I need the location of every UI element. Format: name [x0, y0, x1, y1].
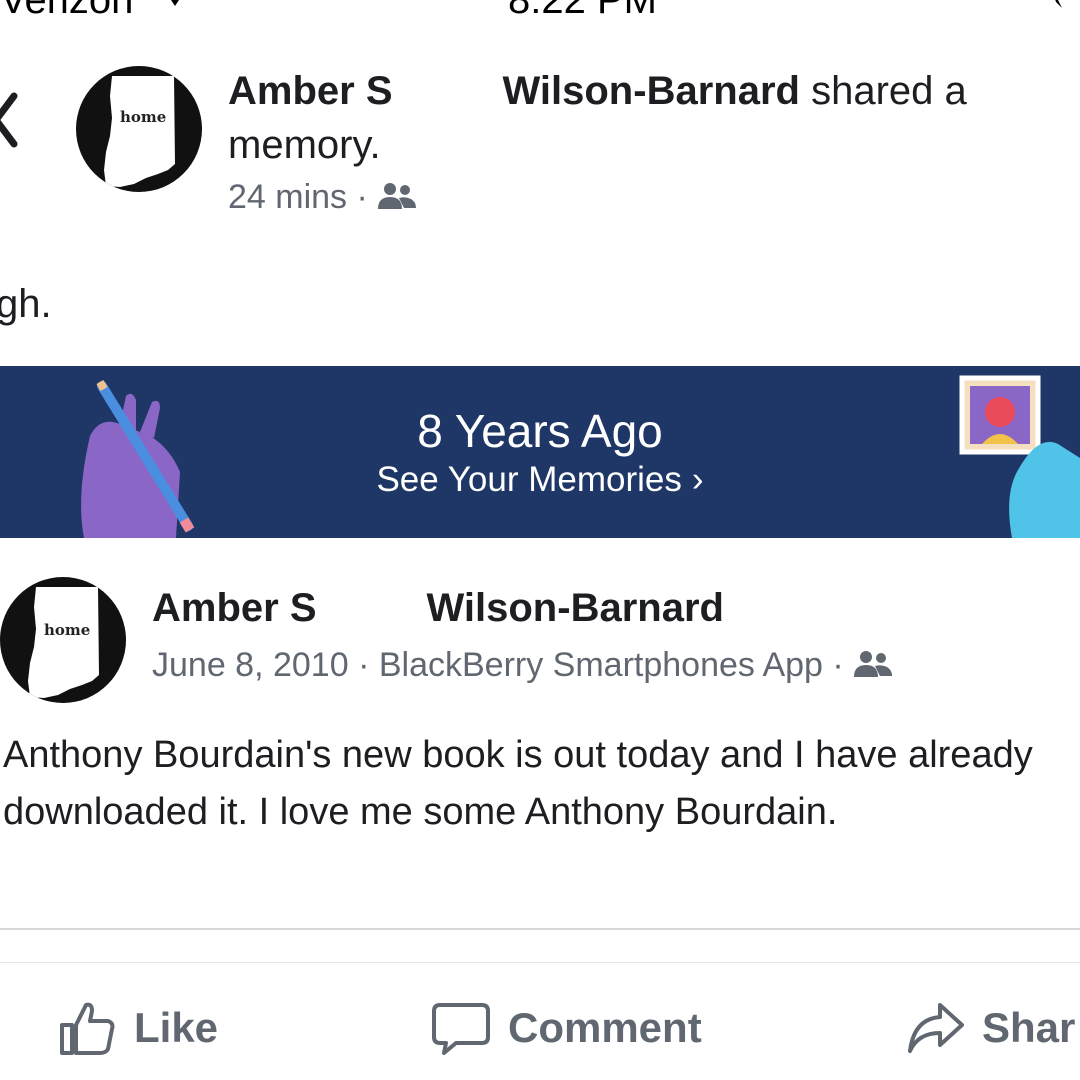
indiana-map-icon — [104, 76, 175, 187]
see-memories-link[interactable]: See Your Memories › — [0, 460, 1080, 500]
wifi-icon — [171, 0, 179, 6]
post-meta: June 8, 2010 · BlackBerry Smartphones Ap… — [152, 646, 893, 685]
friends-icon[interactable] — [853, 649, 893, 679]
share-button[interactable]: Shar — [906, 996, 1075, 1060]
divider — [0, 962, 1080, 963]
author-name-last[interactable]: Wilson-Barnard — [503, 69, 800, 113]
shared-caption: gh. — [0, 282, 52, 326]
hand-photo-illustration — [959, 375, 1080, 538]
status-clock: 8:22 PM — [508, 0, 657, 22]
comment-button[interactable]: Comment — [432, 996, 702, 1060]
post-avatar[interactable]: home — [0, 577, 126, 703]
like-label: Like — [134, 1004, 219, 1051]
divider — [0, 928, 1080, 930]
back-chevron-icon[interactable] — [0, 88, 20, 152]
post-author-first: Amber S — [152, 586, 317, 630]
post-author-last: Wilson-Barnard — [426, 586, 724, 630]
share-label: Shar — [982, 1004, 1076, 1051]
story-header: Amber S Wilson-Barnard shared a memory. — [228, 64, 1068, 172]
post-source[interactable]: BlackBerry Smartphones App — [379, 646, 823, 684]
memories-title: 8 Years Ago — [417, 405, 663, 457]
location-arrow-icon — [1055, 0, 1062, 8]
avatar-label: home — [44, 621, 91, 639]
like-button[interactable]: Like — [58, 996, 218, 1060]
post-date[interactable]: June 8, 2010 — [152, 646, 349, 684]
indiana-map-icon — [28, 587, 99, 698]
story-time[interactable]: 24 mins — [228, 178, 347, 216]
friends-icon[interactable] — [377, 181, 417, 211]
carrier-label: Verizon — [0, 0, 134, 22]
comment-label: Comment — [508, 1004, 702, 1051]
share-arrow-icon — [908, 1003, 964, 1053]
memories-banner[interactable]: 8 Years Ago See Your Memories › — [0, 366, 1080, 538]
thumbs-up-icon — [60, 1002, 115, 1055]
see-memories-label: See Your Memories — [376, 460, 682, 499]
post-author[interactable]: Amber S Wilson-Barnard — [152, 586, 724, 631]
chevron-right-icon: › — [691, 460, 704, 499]
speech-bubble-icon — [432, 1003, 490, 1055]
author-name-first[interactable]: Amber S — [228, 69, 393, 113]
avatar[interactable]: home — [76, 66, 202, 192]
story-meta: 24 mins · — [228, 178, 417, 217]
post-body: Anthony Bourdain's new book is out today… — [3, 734, 1033, 833]
avatar-label: home — [120, 108, 167, 126]
